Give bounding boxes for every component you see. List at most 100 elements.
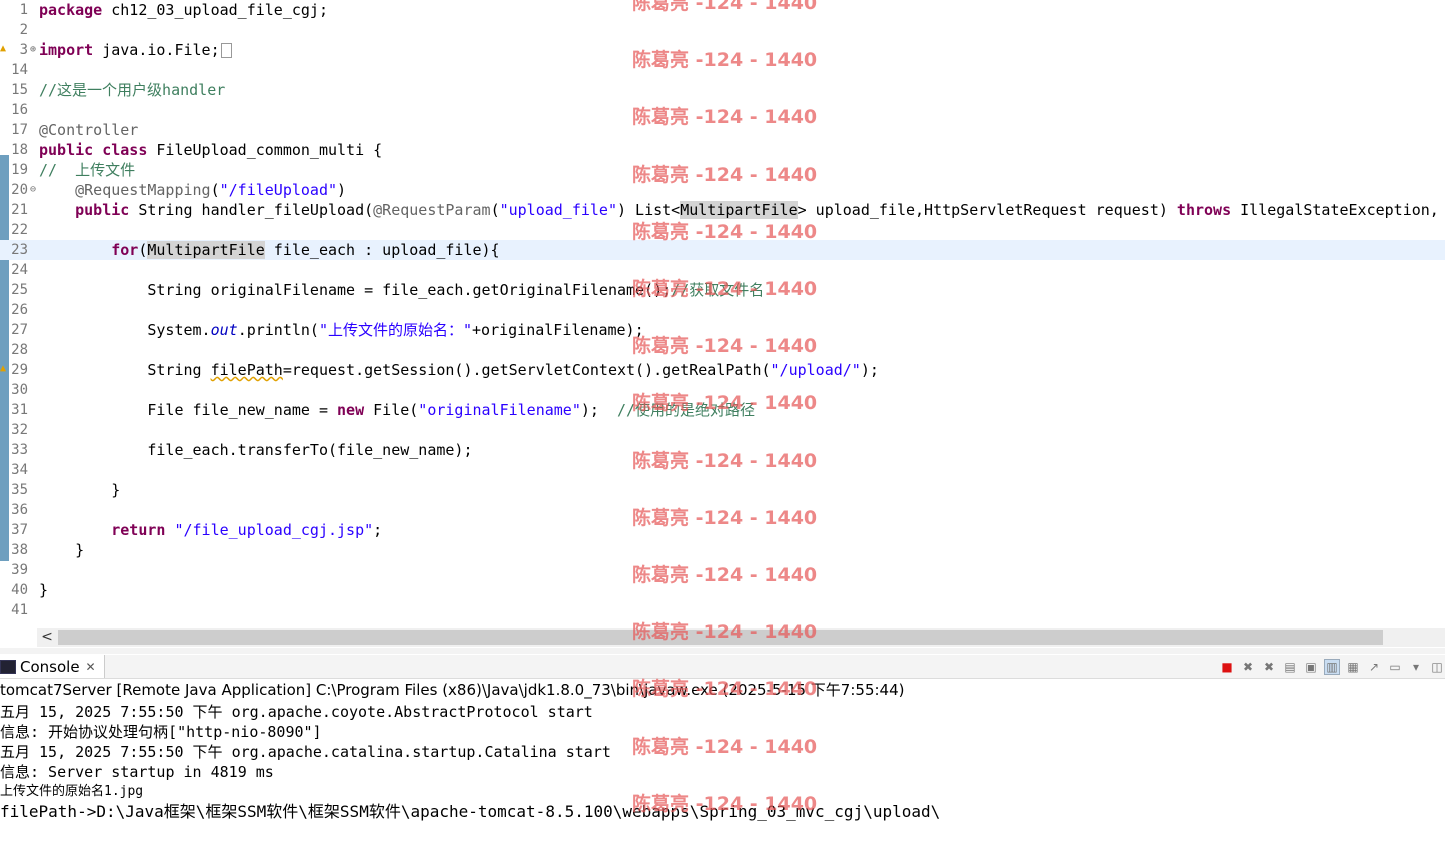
terminate-icon[interactable]: ■ (1219, 659, 1235, 675)
code-line[interactable]: 14 (0, 60, 1445, 80)
code-token: .println( (237, 321, 319, 339)
line-number: 40 (11, 582, 28, 598)
code-token: ); (580, 401, 617, 419)
remove-launch-icon[interactable]: ✖ (1240, 659, 1256, 675)
line-number: 2 (19, 22, 28, 38)
code-token: for (111, 241, 139, 259)
code-token: =request.getSession().getServletContext(… (282, 361, 771, 379)
code-token: "/upload/" (770, 361, 861, 379)
horizontal-scrollbar[interactable]: < (37, 628, 1445, 647)
code-token: //这是一个用户级handler (39, 81, 226, 99)
line-number: 38 (11, 542, 28, 558)
console-view-header: Console ✕ ■ ✖ ✖ ▤ ▣ ▥ ▦ ↗ ▭ ▾ ◫ (0, 655, 1445, 679)
code-line[interactable]: 35 } (0, 480, 1445, 500)
code-token: ch12_03_upload_file_cgj; (102, 1, 328, 19)
code-token: //获取文件名 (671, 281, 765, 299)
show-on-output-icon[interactable]: ▦ (1345, 659, 1361, 675)
code-line[interactable]: 25 String originalFilename = file_each.g… (0, 280, 1445, 300)
code-editor[interactable]: 1 package ch12_03_upload_file_cgj; 2 3 ▲ ⊕ imp… (0, 0, 1445, 628)
line-number: 36 (11, 502, 28, 518)
code-line[interactable]: 38 } (0, 540, 1445, 560)
code-line[interactable]: 23 for(MultipartFile file_each : upload_… (0, 240, 1445, 260)
collapse-fold-icon[interactable]: ⊖ (28, 180, 38, 200)
line-number: 18 (11, 142, 28, 158)
code-token: "/file_upload_cgj.jsp" (174, 521, 374, 539)
code-line[interactable]: 33 file_each.transferTo(file_new_name); (0, 440, 1445, 460)
console-toolbar: ■ ✖ ✖ ▤ ▣ ▥ ▦ ↗ ▭ ▾ ◫ (1219, 658, 1445, 676)
console-line: filePath->D:\Java框架\框架SSM软件\框架SSM软件\apac… (0, 802, 941, 821)
console-icon (0, 659, 16, 674)
code-line[interactable]: 39 (0, 560, 1445, 580)
line-number: 28 (11, 342, 28, 358)
code-line[interactable]: 2 (0, 20, 1445, 40)
code-line[interactable]: 30 (0, 380, 1445, 400)
expand-fold-icon[interactable]: ⊕ (28, 40, 38, 60)
view-divider[interactable] (0, 648, 1445, 654)
remove-all-icon[interactable]: ✖ (1261, 659, 1277, 675)
code-token: +originalFilename); (472, 321, 644, 339)
scroll-left-arrow-icon[interactable]: < (37, 628, 57, 647)
code-token: ( (490, 201, 500, 219)
code-line[interactable]: 29 ▲ String filePath=request.getSession()… (0, 360, 1445, 380)
close-icon[interactable]: ✕ (86, 660, 96, 674)
code-line[interactable]: 40} (0, 580, 1445, 600)
code-line[interactable]: 36 (0, 500, 1445, 520)
new-console-icon[interactable]: ◫ (1429, 659, 1445, 675)
code-token: ) (337, 181, 347, 199)
code-line[interactable]: 32 (0, 420, 1445, 440)
code-line[interactable]: 22 (0, 220, 1445, 240)
code-line[interactable]: 21 public String handler_fileUpload(@Req… (0, 200, 1445, 220)
code-token: ( (210, 181, 220, 199)
watermark-text: 陈葛亮 -124 - 1440 (632, 735, 818, 758)
code-token: //使用的是绝对路径 (616, 401, 756, 419)
code-text: String originalFilename = file_each.getO… (39, 280, 764, 300)
code-text: package ch12_03_upload_file_cgj; (39, 0, 328, 20)
code-line[interactable]: 19 // 上传文件 (0, 160, 1445, 180)
collapsed-region-box[interactable] (220, 43, 232, 58)
code-token: "originalFilename" (418, 401, 581, 419)
line-number: 30 (11, 382, 28, 398)
code-line[interactable]: 26 (0, 300, 1445, 320)
line-number: 41 (11, 602, 28, 618)
scroll-lock-icon[interactable]: ▣ (1303, 659, 1319, 675)
pin-console-icon[interactable]: ↗ (1366, 659, 1382, 675)
code-line[interactable]: 28 (0, 340, 1445, 360)
tab-console[interactable]: Console ✕ (0, 655, 105, 678)
code-line[interactable]: 27 System.out.println("上传文件的原始名："+origin… (0, 320, 1445, 340)
code-token: file_each.transferTo(file_new_name); (39, 441, 473, 459)
code-text: public class FileUpload_common_multi { (39, 140, 382, 160)
dropdown-icon[interactable]: ▾ (1408, 659, 1424, 675)
word-wrap-icon[interactable]: ▥ (1324, 659, 1340, 675)
code-line[interactable]: 16 (0, 100, 1445, 120)
code-line[interactable]: 31 File file_new_name = new File("origin… (0, 400, 1445, 420)
warning-icon[interactable]: ▲ (0, 364, 8, 374)
code-line[interactable]: 41 (0, 600, 1445, 620)
clear-console-icon[interactable]: ▤ (1282, 659, 1298, 675)
code-line[interactable]: 24 (0, 260, 1445, 280)
code-token: public (39, 141, 94, 159)
scrollbar-thumb[interactable] (58, 630, 1383, 645)
code-line[interactable]: 20 ⊖ @RequestMapping("/fileUpload") (0, 180, 1445, 200)
line-number: 17 (11, 122, 28, 138)
console-tab-label: Console (20, 657, 80, 676)
code-line[interactable]: 17 @Controller (0, 120, 1445, 140)
warning-icon[interactable]: ▲ (0, 44, 8, 54)
code-line[interactable]: 15 //这是一个用户级handler (0, 80, 1445, 100)
code-line[interactable]: 3 ▲ ⊕ import java.io.File; (0, 40, 1445, 60)
line-number: 20 (11, 182, 28, 198)
code-token: public (75, 201, 130, 219)
code-token: file_each : upload_file){ (264, 241, 500, 259)
line-number: 31 (11, 402, 28, 418)
code-line[interactable]: 37 return "/file_upload_cgj.jsp"; (0, 520, 1445, 540)
code-line[interactable]: 18 public class FileUpload_common_multi { (0, 140, 1445, 160)
display-console-icon[interactable]: ▭ (1387, 659, 1403, 675)
line-number: 25 (11, 282, 28, 298)
code-token: FileUpload_common_multi { (147, 141, 383, 159)
code-token: package (39, 1, 103, 19)
code-line[interactable]: 1 package ch12_03_upload_file_cgj; (0, 0, 1445, 20)
code-line[interactable]: 34 (0, 460, 1445, 480)
code-token: > upload_file,HttpServletRequest request… (797, 201, 1177, 219)
